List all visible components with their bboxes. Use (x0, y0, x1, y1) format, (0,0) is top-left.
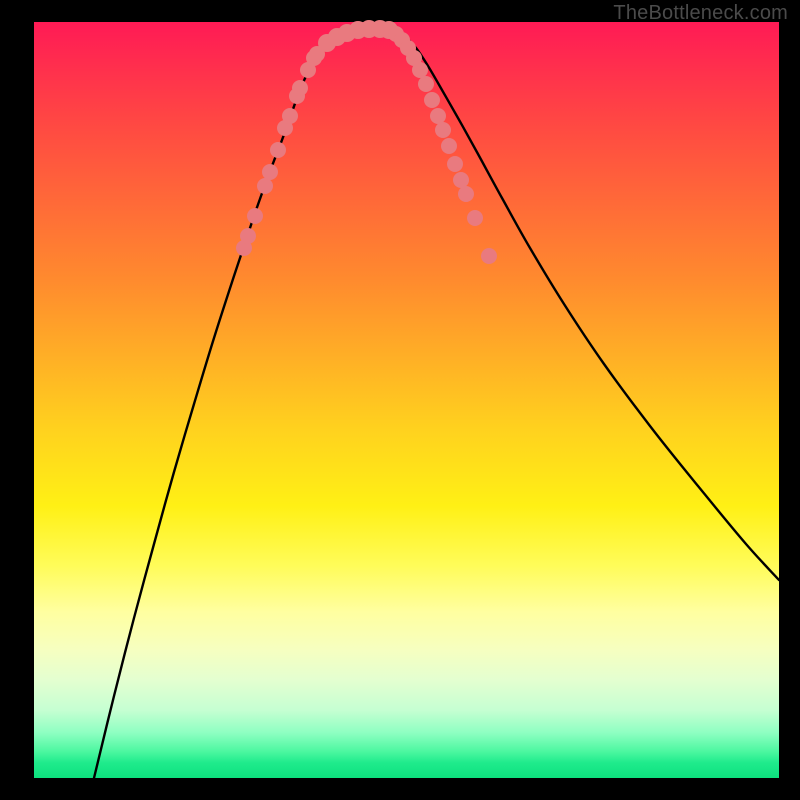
data-dot (257, 178, 273, 194)
data-dots (236, 20, 497, 264)
data-dot (292, 80, 308, 96)
data-dot (424, 92, 440, 108)
data-dot (447, 156, 463, 172)
chart-frame: TheBottleneck.com (0, 0, 800, 800)
data-dot (441, 138, 457, 154)
data-dot (262, 164, 278, 180)
data-dot (453, 172, 469, 188)
data-dot (282, 108, 298, 124)
data-dot (247, 208, 263, 224)
data-dot (270, 142, 286, 158)
data-dot (430, 108, 446, 124)
plot-area (34, 22, 779, 778)
data-dot (435, 122, 451, 138)
data-dot (481, 248, 497, 264)
bottleneck-curve (94, 28, 779, 778)
data-dot (412, 62, 428, 78)
data-dot (467, 210, 483, 226)
data-dot (418, 76, 434, 92)
data-dot (458, 186, 474, 202)
chart-svg (34, 22, 779, 778)
data-dot (240, 228, 256, 244)
